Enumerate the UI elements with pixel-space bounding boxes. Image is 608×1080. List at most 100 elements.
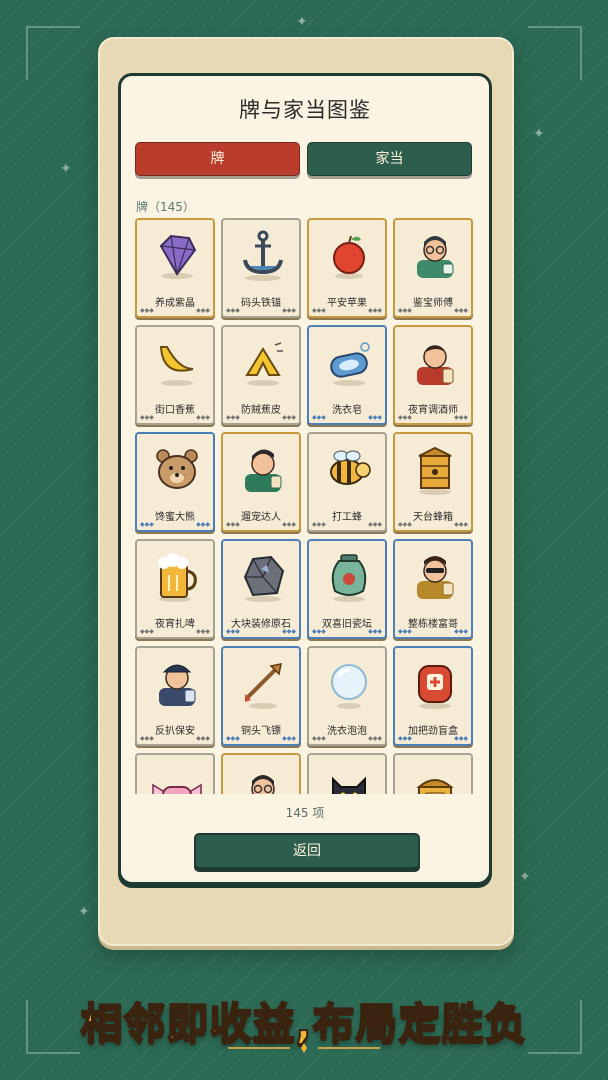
rarity-marker: ◆◆◆: [140, 628, 154, 635]
rarity-marker: ◆◆◆: [312, 521, 326, 528]
sparkle-icon: ✦: [60, 161, 72, 177]
collection-dialog: 牌与家当图鉴 牌 家当 牌（145） 养成紫晶 ◆◆◆ ◆◆◆ 码头铁锚 ◆◆◆ ◆◆◆ 平…: [118, 73, 492, 885]
collection-card[interactable]: 防贼蕉皮 ◆◆◆ ◆◆◆: [221, 325, 301, 425]
rarity-marker: ◆◆◆: [398, 628, 412, 635]
slogan-banner: 相邻即收益,布局定胜负: [80, 998, 528, 1049]
rarity-marker: ◆◆◆: [140, 521, 154, 528]
item-count: 145 项: [285, 806, 325, 820]
collection-card[interactable]: 天台蜂箱 ◆◆◆ ◆◆◆: [393, 432, 473, 532]
ore-icon: [235, 547, 291, 603]
rarity-marker: ◆◆◆: [312, 307, 326, 314]
rarity-marker: ◆◆◆: [398, 414, 412, 421]
rarity-marker: ◆◆◆: [140, 307, 154, 314]
collection-card[interactable]: 加把劲盲盒 ◆◆◆ ◆◆◆: [393, 646, 473, 746]
collection-card[interactable]: 馋蜜大熊 ◆◆◆ ◆◆◆: [135, 432, 215, 532]
frame-corner: [528, 26, 582, 80]
collection-card[interactable]: 夜宵调酒师 ◆◆◆ ◆◆◆: [393, 325, 473, 425]
rarity-marker: ◆◆◆: [226, 735, 240, 742]
appraiser-icon: [407, 226, 463, 282]
collection-card[interactable]: 双喜旧瓷坛 ◆◆◆ ◆◆◆: [307, 539, 387, 639]
collection-card[interactable]: 街口香蕉 ◆◆◆ ◆◆◆: [135, 325, 215, 425]
candy-icon: [149, 761, 205, 794]
bubble-icon: [321, 654, 377, 710]
black-cat-icon: [321, 761, 377, 794]
slogan-ornament: [228, 1043, 380, 1053]
sparkle-icon: ✦: [78, 904, 90, 920]
treasure-chest-icon: [407, 761, 463, 794]
anchor-icon: [235, 226, 291, 282]
collection-card[interactable]: 平安苹果 ◆◆◆ ◆◆◆: [307, 218, 387, 318]
collection-card[interactable]: 洗衣皂 ◆◆◆ ◆◆◆: [307, 325, 387, 425]
pet-walker-icon: [235, 440, 291, 496]
sparkle-icon: ✦: [296, 14, 308, 30]
rarity-marker: ◆◆◆: [196, 307, 210, 314]
rarity-marker: ◆◆◆: [140, 414, 154, 421]
rarity-marker: ◆◆◆: [282, 628, 296, 635]
rarity-marker: ◆◆◆: [454, 414, 468, 421]
rarity-marker: ◆◆◆: [368, 735, 382, 742]
collection-card[interactable]: ◆◆◆◆◆◆: [221, 753, 301, 794]
security-guard-icon: [149, 654, 205, 710]
rarity-marker: ◆◆◆: [140, 735, 154, 742]
arrow-icon: [235, 654, 291, 710]
rarity-marker: ◆◆◆: [226, 521, 240, 528]
rarity-marker: ◆◆◆: [196, 735, 210, 742]
rarity-marker: ◆◆◆: [398, 307, 412, 314]
rarity-marker: ◆◆◆: [454, 628, 468, 635]
bee-icon: [321, 440, 377, 496]
dialog-title: 牌与家当图鉴: [239, 98, 371, 122]
jar-icon: [321, 547, 377, 603]
collection-card[interactable]: 夜宵扎啤 ◆◆◆ ◆◆◆: [135, 539, 215, 639]
card-grid-scroll[interactable]: 养成紫晶 ◆◆◆ ◆◆◆ 码头铁锚 ◆◆◆ ◆◆◆ 平安苹果 ◆◆◆ ◆◆◆ 鉴宝师傅 ◆◆◆ ◆◆◆…: [135, 218, 477, 794]
apple-icon: [321, 226, 377, 282]
tab-items[interactable]: 家当: [307, 142, 472, 176]
collection-card[interactable]: 整栋楼富哥 ◆◆◆ ◆◆◆: [393, 539, 473, 639]
rarity-marker: ◆◆◆: [282, 735, 296, 742]
rich-guy-icon: [407, 547, 463, 603]
soap-icon: [321, 333, 377, 389]
rarity-marker: ◆◆◆: [368, 414, 382, 421]
rarity-marker: ◆◆◆: [454, 735, 468, 742]
rarity-marker: ◆◆◆: [398, 521, 412, 528]
bear-icon: [149, 440, 205, 496]
nerd-icon: [235, 761, 291, 794]
collection-card[interactable]: 大块装修原石 ◆◆◆ ◆◆◆: [221, 539, 301, 639]
beer-icon: [149, 547, 205, 603]
rarity-marker: ◆◆◆: [226, 628, 240, 635]
blind-box-icon: [407, 654, 463, 710]
collection-card[interactable]: 遛宠达人 ◆◆◆ ◆◆◆: [221, 432, 301, 532]
collection-card[interactable]: 反扒保安 ◆◆◆ ◆◆◆: [135, 646, 215, 746]
back-button[interactable]: 返回: [194, 833, 420, 869]
collection-card[interactable]: ◆◆◆◆◆◆: [307, 753, 387, 794]
collection-card[interactable]: 码头铁锚 ◆◆◆ ◆◆◆: [221, 218, 301, 318]
banana-icon: [149, 333, 205, 389]
section-label: 牌（145）: [136, 200, 195, 214]
rarity-marker: ◆◆◆: [312, 628, 326, 635]
collection-card[interactable]: 洗衣泡泡 ◆◆◆ ◆◆◆: [307, 646, 387, 746]
rarity-marker: ◆◆◆: [454, 307, 468, 314]
collection-card[interactable]: 养成紫晶 ◆◆◆ ◆◆◆: [135, 218, 215, 318]
tab-cards[interactable]: 牌: [135, 142, 300, 176]
rarity-marker: ◆◆◆: [226, 414, 240, 421]
frame-corner: [26, 26, 80, 80]
bartender-icon: [407, 333, 463, 389]
collection-card[interactable]: 铜头飞镖 ◆◆◆ ◆◆◆: [221, 646, 301, 746]
sparkle-icon: ✦: [533, 126, 545, 142]
device-frame: 牌与家当图鉴 牌 家当 牌（145） 养成紫晶 ◆◆◆ ◆◆◆ 码头铁锚 ◆◆◆ ◆◆◆ 平…: [98, 37, 514, 946]
amethyst-icon: [149, 226, 205, 282]
sparkle-icon: ✦: [519, 869, 531, 885]
rarity-marker: ◆◆◆: [368, 307, 382, 314]
rarity-marker: ◆◆◆: [196, 521, 210, 528]
rarity-marker: ◆◆◆: [282, 414, 296, 421]
rarity-marker: ◆◆◆: [398, 735, 412, 742]
collection-card[interactable]: 打工蜂 ◆◆◆ ◆◆◆: [307, 432, 387, 532]
collection-card[interactable]: ◆◆◆◆◆◆: [135, 753, 215, 794]
rarity-marker: ◆◆◆: [368, 521, 382, 528]
beehive-icon: [407, 440, 463, 496]
rarity-marker: ◆◆◆: [226, 307, 240, 314]
card-grid: 养成紫晶 ◆◆◆ ◆◆◆ 码头铁锚 ◆◆◆ ◆◆◆ 平安苹果 ◆◆◆ ◆◆◆ 鉴宝师傅 ◆◆◆ ◆◆◆…: [135, 218, 477, 794]
collection-card[interactable]: 鉴宝师傅 ◆◆◆ ◆◆◆: [393, 218, 473, 318]
rarity-marker: ◆◆◆: [196, 414, 210, 421]
banana-peel-icon: [235, 333, 291, 389]
collection-card[interactable]: ◆◆◆◆◆◆: [393, 753, 473, 794]
